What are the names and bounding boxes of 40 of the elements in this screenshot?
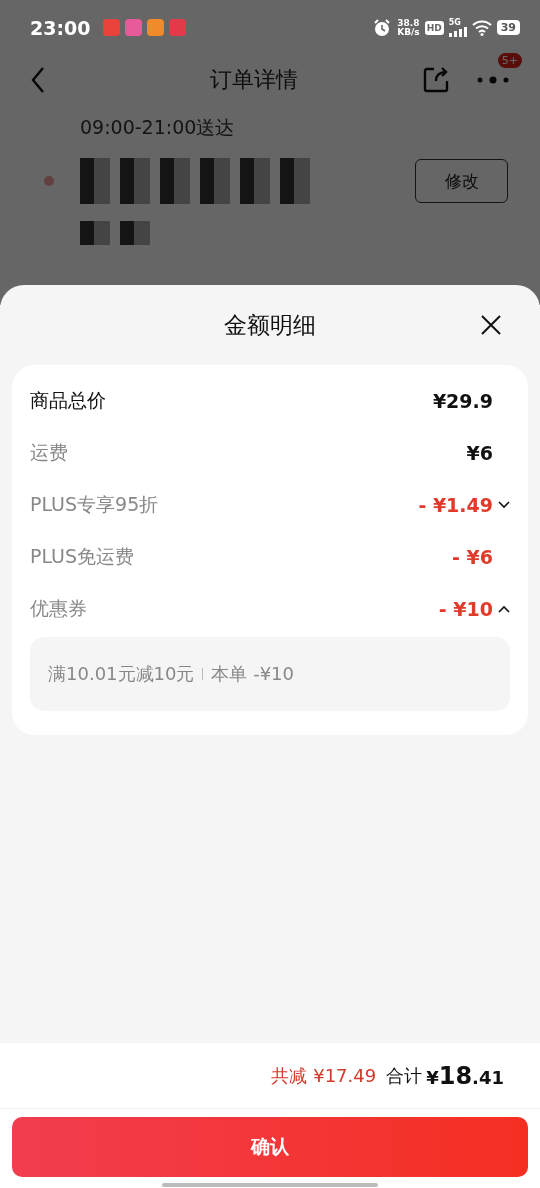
chevron-up-icon[interactable] xyxy=(498,605,510,613)
app-notification-icon xyxy=(103,19,121,36)
total-price: ¥18.41 xyxy=(426,1061,504,1090)
network-type: 5G xyxy=(448,18,461,27)
coupon-condition: 满10.01元减10元 xyxy=(48,662,195,686)
total-discount: 共减 ¥17.49 xyxy=(271,1063,377,1088)
status-time: 23:00 xyxy=(30,16,91,39)
app-notification-icon xyxy=(147,19,165,36)
price-amount: - ¥6 xyxy=(452,546,493,568)
price-amount: - ¥10 xyxy=(438,598,493,620)
close-icon[interactable] xyxy=(480,314,502,336)
speed-unit: KB/s xyxy=(397,27,420,37)
page-title: 订单详情 xyxy=(209,66,299,94)
edit-button[interactable]: 修改 xyxy=(415,159,508,203)
chevron-down-icon[interactable] xyxy=(498,501,510,509)
confirm-button[interactable]: 确认 xyxy=(12,1117,528,1177)
price-label: 优惠券 xyxy=(30,596,88,621)
sheet-title: 金额明细 xyxy=(224,310,316,340)
battery-level: 39 xyxy=(496,20,520,35)
price-amount: - ¥1.49 xyxy=(418,494,493,516)
total-label: 合计 xyxy=(386,1063,423,1088)
price-label: PLUS免运费 xyxy=(30,544,136,569)
price-amount: ¥29.9 xyxy=(432,390,493,412)
price-label: 运费 xyxy=(30,440,69,465)
more-icon[interactable] xyxy=(476,75,510,85)
coupon-applied: 本单 -¥10 xyxy=(211,662,294,686)
notification-badge: 5+ xyxy=(497,53,522,68)
share-icon[interactable] xyxy=(422,66,450,94)
app-notification-icon xyxy=(169,19,187,36)
price-label: PLUS专享95折 xyxy=(30,492,160,517)
price-label: 商品总价 xyxy=(30,388,107,413)
price-amount: ¥6 xyxy=(466,442,493,464)
delivery-time: 09:00-21:00送达 xyxy=(80,115,236,140)
timeline-dot xyxy=(44,176,54,186)
network-speed: 38.8 xyxy=(397,18,420,28)
wifi-icon xyxy=(471,19,492,36)
hd-badge: HD xyxy=(424,20,444,35)
signal-icon xyxy=(448,26,467,37)
back-icon[interactable] xyxy=(30,66,46,94)
app-notification-icon xyxy=(125,19,143,36)
